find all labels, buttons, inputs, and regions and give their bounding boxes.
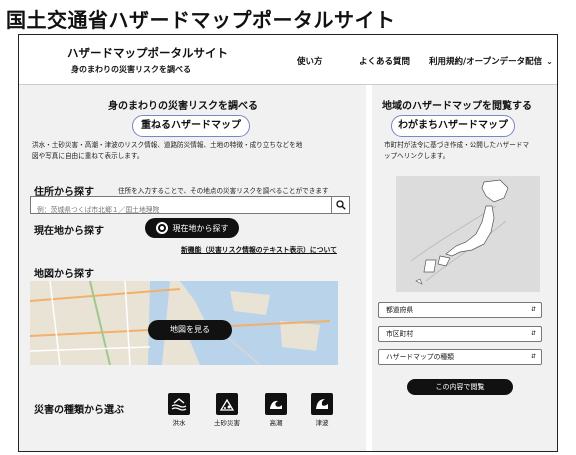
select-arrows-icon: ⇵ bbox=[530, 353, 536, 360]
japan-map-image bbox=[396, 176, 540, 292]
current-location-button-label: 現在地から探す bbox=[172, 223, 229, 233]
disaster-type-title: 災害の種類から選ぶ bbox=[34, 405, 124, 416]
right-description-line: ップへリンクします。 bbox=[384, 152, 450, 160]
site-title[interactable]: ハザードマップポータルサイト bbox=[67, 45, 228, 61]
landslide-icon-graphic bbox=[219, 398, 235, 411]
landslide-icon bbox=[216, 393, 238, 415]
current-location-button[interactable]: 現在地から探す bbox=[145, 218, 239, 238]
search-icon bbox=[335, 200, 346, 210]
site-subtitle: 身のまわりの災害リスクを調べる bbox=[71, 65, 191, 74]
nav-faq[interactable]: よくある質問 bbox=[359, 55, 410, 67]
disaster-flood-label: 洪水 bbox=[172, 419, 186, 427]
local-hazard-map-pill[interactable]: わがまちハザードマップ bbox=[391, 115, 515, 137]
nav-terms-label: 利用規約/オープンデータ配信 bbox=[429, 57, 543, 67]
location-dot bbox=[159, 226, 164, 230]
left-heading: 身のまわりの災害リスクを調べる bbox=[108, 101, 258, 112]
prefecture-select[interactable]: 都道府県 ⇵ bbox=[378, 302, 542, 318]
select-arrows-icon: ⇵ bbox=[530, 306, 536, 313]
current-location-title: 現在地から探す bbox=[34, 226, 104, 237]
nav-terms-opendata[interactable]: 利用規約/オープンデータ配信 ⌄ bbox=[429, 55, 553, 67]
browse-button[interactable]: この内容で閲覧 bbox=[407, 379, 513, 395]
flood-icon bbox=[168, 393, 190, 415]
address-search-hint: 住所を入力することで、その地点の災害リスクを調べることができます bbox=[118, 187, 329, 195]
new-feature-link[interactable]: 新機能（災害リスク情報のテキスト表示）について bbox=[181, 244, 337, 254]
tsunami-icon bbox=[311, 393, 333, 415]
prefecture-select-value: 都道府県 bbox=[386, 306, 414, 314]
page-caption: 国土交通省ハザードマップポータルサイト bbox=[6, 8, 396, 32]
chevron-down-icon: ⌄ bbox=[546, 57, 553, 66]
map-search-title: 地図から探す bbox=[34, 269, 94, 280]
map-type-select-value: ハザードマップの種類 bbox=[386, 353, 454, 361]
map-type-select[interactable]: ハザードマップの種類 ⇵ bbox=[378, 349, 542, 365]
disaster-landslide-label: 土砂災害 bbox=[214, 419, 240, 427]
left-description: 洪水・土砂災害・高潮・津波のリスク情報、道路防災情報、土地の特徴・成り立ちなどを… bbox=[32, 140, 352, 162]
right-heading: 地域のハザードマップを閲覧する bbox=[382, 101, 532, 112]
flood-icon-graphic bbox=[171, 398, 187, 411]
view-map-button[interactable]: 地図を見る bbox=[148, 320, 232, 340]
site-header: ハザードマップポータルサイト 身のまわりの災害リスクを調べる 使い方 よくある質… bbox=[19, 35, 557, 85]
left-description-line: 洪水・土砂災害・高潮・津波のリスク情報、道路防災情報、土地の特徴・成り立ちなどを… bbox=[32, 141, 303, 149]
left-description-line: 図や写真に自由に重ねて表示します。 bbox=[32, 152, 144, 160]
search-button[interactable] bbox=[331, 197, 349, 213]
municipality-select-value: 市区町村 bbox=[386, 330, 414, 338]
overlay-hazard-map-pill[interactable]: 重ねるハザードマップ bbox=[132, 115, 250, 137]
address-search-input[interactable] bbox=[31, 202, 327, 218]
address-search-field bbox=[30, 196, 350, 218]
select-arrows-icon: ⇵ bbox=[530, 330, 536, 337]
disaster-storm-surge-button[interactable]: 高潮 bbox=[258, 393, 294, 427]
disaster-storm-surge-label: 高潮 bbox=[269, 419, 283, 427]
disaster-tsunami-label: 津波 bbox=[315, 419, 329, 427]
nav-how-to-use[interactable]: 使い方 bbox=[297, 55, 323, 67]
location-target-icon bbox=[155, 222, 168, 234]
tsunami-icon-graphic bbox=[316, 399, 328, 409]
disaster-tsunami-button[interactable]: 津波 bbox=[304, 393, 340, 427]
municipality-select[interactable]: 市区町村 ⇵ bbox=[378, 326, 542, 342]
storm-surge-icon bbox=[265, 393, 287, 415]
disaster-landslide-button[interactable]: 土砂災害 bbox=[209, 393, 245, 427]
right-description: 市町村が法令に基づき作成・公開したハザードマ ップへリンクします。 bbox=[384, 140, 554, 162]
storm-surge-icon-graphic bbox=[270, 400, 282, 409]
disaster-flood-button[interactable]: 洪水 bbox=[161, 393, 197, 427]
japan-map[interactable] bbox=[396, 176, 540, 292]
right-description-line: 市町村が法令に基づき作成・公開したハザードマ bbox=[384, 141, 530, 149]
